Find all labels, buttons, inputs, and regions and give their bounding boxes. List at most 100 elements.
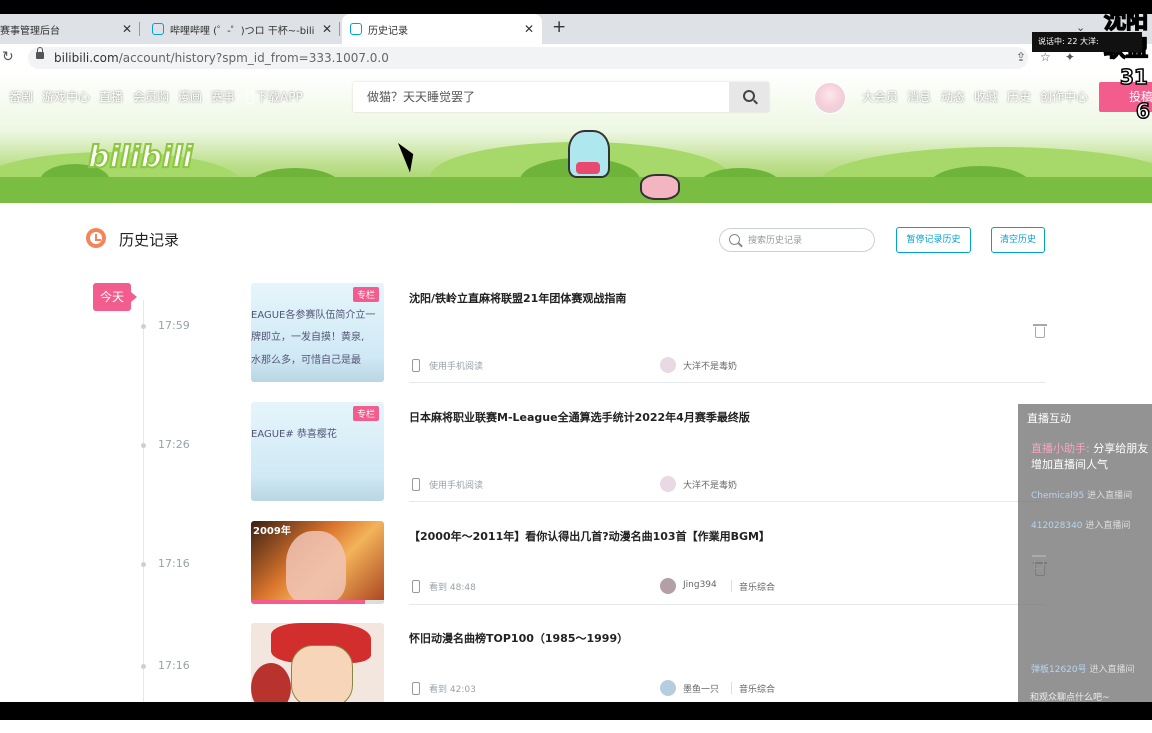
thumb-illustration	[286, 531, 346, 603]
author-name[interactable]: 大洋不是毒奶	[683, 478, 737, 491]
thumb-text: 2009年	[253, 526, 291, 537]
screen-top-bar	[0, 0, 1152, 14]
timeline-dot	[141, 443, 146, 448]
thumb-text: EAGUE# 恭喜樱花	[251, 429, 337, 440]
search-icon	[743, 90, 755, 102]
close-icon[interactable]: ✕	[122, 22, 132, 36]
join-message: 弹板12620号 进入直播间	[1031, 665, 1135, 675]
live-panel-header: 直播互动	[1027, 412, 1071, 425]
phone-icon	[412, 682, 420, 695]
mascot-illustration	[568, 130, 610, 178]
url-text: bilibili.com/account/history?spm_id_from…	[54, 51, 389, 65]
delete-trash-icon	[1032, 555, 1046, 569]
entry-category[interactable]: 音乐综合	[739, 580, 775, 593]
entry-divider	[409, 501, 1045, 502]
entry-time: 17:16	[158, 557, 190, 570]
entry-progress: 使用手机阅读	[429, 481, 484, 491]
author-name[interactable]: 墨鱼一只	[683, 682, 719, 695]
entry-thumbnail[interactable]	[251, 623, 384, 713]
author-avatar[interactable]	[660, 476, 676, 492]
thumb-illustration	[291, 645, 353, 707]
nav-download-app[interactable]: 下载APP	[246, 88, 303, 105]
entry-time: 17:59	[158, 319, 190, 332]
tab-history[interactable]: 历史记录 ✕	[342, 14, 542, 44]
new-tab-icon[interactable]: +	[552, 17, 566, 37]
entry-thumbnail[interactable]: 专栏 EAGUE各参赛队伍简介立一 牌即立，一发自摸！黄泉, 水那么多，可惜自己…	[251, 283, 384, 382]
phone-icon	[246, 91, 254, 104]
tab-strip: 赛事管理后台 ✕ 哔哩哔哩 (゜-゜)つロ 干杯~-bilibili ✕ 历史记…	[0, 14, 1152, 44]
author-avatar[interactable]	[660, 680, 676, 696]
overlay-number-2: 6	[1135, 99, 1150, 123]
phone-icon	[412, 580, 420, 593]
entry-category[interactable]: 音乐综合	[739, 682, 775, 695]
nav-history[interactable]: 历史	[1007, 88, 1031, 105]
author-avatar[interactable]	[660, 357, 676, 373]
join-message: 412028340 进入直播间	[1031, 521, 1131, 531]
history-entry[interactable]: 17:16 2009年 【2000年～2011年】看你认得出几首?动漫名曲103…	[0, 521, 1152, 631]
close-icon[interactable]: ✕	[322, 22, 332, 36]
search-button[interactable]	[729, 82, 769, 112]
meta-separator	[731, 580, 732, 592]
lock-icon	[36, 47, 44, 59]
tab-title: 历史记录	[368, 25, 408, 37]
nav-shop[interactable]: 会员购	[133, 88, 169, 105]
entry-title[interactable]: 沈阳/铁岭立直麻将联盟21年团体赛观战指南	[409, 290, 626, 306]
tab-title: 哔哩哔哩 (゜-゜)つロ 干杯~-bilibili	[170, 25, 315, 37]
entry-thumbnail[interactable]: 专栏 EAGUE# 恭喜樱花	[251, 402, 384, 501]
delete-trash-icon[interactable]	[1033, 324, 1047, 338]
timeline-dot	[141, 324, 146, 329]
overlay-number-1: 31	[1119, 65, 1148, 89]
article-badge: 专栏	[352, 406, 379, 421]
entry-title[interactable]: 怀旧动漫名曲榜TOP100（1985～1999）	[409, 630, 628, 646]
helper-message: 直播小助手: 分享给朋友	[1031, 442, 1149, 455]
bilibili-tv-icon	[350, 23, 362, 35]
nav-vip[interactable]: 大会员	[862, 88, 898, 105]
entry-progress: 看到 48:48	[429, 583, 476, 593]
history-entry[interactable]: 17:59 专栏 EAGUE各参赛队伍简介立一 牌即立，一发自摸！黄泉, 水那么…	[0, 283, 1152, 393]
timeline-dot	[141, 664, 146, 669]
entry-divider	[409, 604, 1045, 605]
clear-history-button[interactable]: 清空历史	[991, 227, 1045, 253]
entry-divider	[409, 382, 1045, 383]
phone-icon	[412, 478, 420, 491]
tab-match-admin[interactable]: 赛事管理后台 ✕	[0, 14, 140, 44]
close-icon[interactable]: ✕	[524, 22, 534, 36]
live-chat-panel: 直播互动 直播小助手: 分享给朋友 增加直播间人气 Chemical95 进入直…	[1018, 404, 1152, 704]
thumb-text: 水那么多，可惜自己是最	[251, 355, 361, 366]
header-banner: 番剧 游戏中心 直播 会员购 漫画 赛事 下载APP 大会员 消息 动态 收藏 …	[0, 72, 1152, 203]
timeline-dot	[141, 562, 146, 567]
entry-thumbnail[interactable]: 2009年	[251, 521, 384, 604]
toolbar-icons[interactable]: ⇪☆✦	[1016, 50, 1089, 64]
bilibili-logo[interactable]: bilibili	[87, 139, 194, 176]
entry-title[interactable]: 日本麻将职业联赛M-League全通算选手统计2022年4月赛季最终版	[409, 409, 750, 425]
reload-icon[interactable]: ↻	[2, 49, 14, 65]
nav-game-center[interactable]: 游戏中心	[42, 88, 90, 105]
screen-bottom-bar	[0, 702, 1152, 720]
entry-progress: 使用手机阅读	[429, 362, 484, 372]
nav-manga[interactable]: 漫画	[178, 88, 202, 105]
entry-title[interactable]: 【2000年～2011年】看你认得出几首?动漫名曲103首【作業用BGM】	[409, 528, 770, 544]
bilibili-tv-icon	[152, 23, 164, 35]
nav-dynamics[interactable]: 动态	[941, 88, 965, 105]
entry-progress: 看到 42:03	[429, 685, 476, 695]
author-name[interactable]: 大洋不是毒奶	[683, 359, 737, 372]
nav-esports[interactable]: 赛事	[211, 88, 235, 105]
history-search-input[interactable]	[746, 233, 870, 249]
phone-icon	[412, 359, 420, 372]
nav-favorites[interactable]: 收藏	[974, 88, 998, 105]
nav-live[interactable]: 直播	[99, 88, 123, 105]
tab-title: 赛事管理后台	[0, 25, 60, 37]
tab-bilibili-home[interactable]: 哔哩哔哩 (゜-゜)つロ 干杯~-bilibili ✕	[144, 14, 340, 44]
author-avatar[interactable]	[660, 578, 676, 594]
user-avatar[interactable]	[814, 82, 846, 114]
url-box[interactable]: bilibili.com/account/history?spm_id_from…	[28, 47, 1028, 69]
nav-messages[interactable]: 消息	[907, 88, 931, 105]
article-badge: 专栏	[352, 287, 379, 302]
pause-history-button[interactable]: 暂停记录历史	[896, 227, 971, 253]
nav-creator-center[interactable]: 创作中心	[1040, 88, 1088, 105]
nav-anime[interactable]: 番剧	[9, 88, 33, 105]
search-input[interactable]	[353, 82, 729, 112]
author-name[interactable]: Jing394	[683, 580, 717, 590]
history-entry[interactable]: 17:26 专栏 EAGUE# 恭喜樱花 日本麻将职业联赛M-League全通算…	[0, 402, 1152, 512]
meta-separator	[731, 682, 732, 694]
